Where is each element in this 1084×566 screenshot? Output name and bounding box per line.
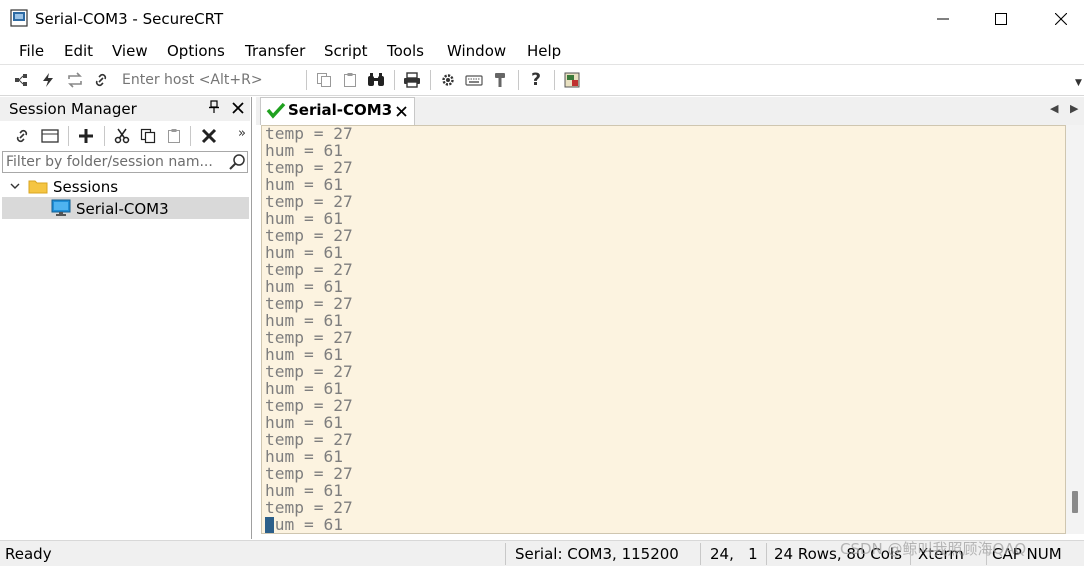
session-filter-input[interactable] [6, 153, 221, 171]
close-icon [1055, 13, 1067, 25]
terminal-cursor [265, 517, 274, 533]
watermark: CSDN @鲸叫我照顾海QAQ [840, 540, 1027, 558]
toolbar-separator [554, 70, 555, 90]
menu-tools[interactable]: Tools [387, 42, 424, 60]
new-session-icon[interactable] [76, 126, 96, 146]
menu-view[interactable]: View [112, 42, 148, 60]
menu-file[interactable]: File [19, 42, 44, 60]
maximize-button[interactable] [972, 0, 1030, 38]
quick-connect-icon[interactable] [38, 70, 58, 90]
settings-icon[interactable] [438, 70, 458, 90]
window-title: Serial-COM3 - SecureCRT [35, 10, 224, 28]
tab-scroll-right-icon[interactable]: ▶ [1070, 102, 1078, 115]
status-separator [766, 543, 767, 565]
menu-help[interactable]: Help [527, 42, 561, 60]
reconnect-icon[interactable] [65, 70, 85, 90]
help-icon[interactable]: ? [526, 70, 546, 90]
toolbar-separator [306, 70, 307, 90]
tab-label: Serial-COM3 [288, 101, 393, 119]
paste-icon[interactable] [340, 70, 360, 90]
status-cursor-position: 24, 1 [710, 545, 758, 563]
close-window-button[interactable] [1032, 0, 1084, 38]
status-connection: Serial: COM3, 115200 [515, 545, 679, 563]
toolbar-separator [68, 126, 69, 146]
keymap-icon[interactable] [464, 70, 484, 90]
cut-icon[interactable] [112, 126, 132, 146]
chevron-down-icon[interactable] [9, 180, 21, 192]
toolbar-separator [394, 70, 395, 90]
close-tab-button[interactable] [396, 105, 407, 117]
sftp-icon[interactable] [562, 70, 582, 90]
connected-check-icon [266, 101, 286, 119]
terminal-line: temp = 27 [265, 532, 353, 533]
menu-edit[interactable]: Edit [64, 42, 93, 60]
toolbar-separator [430, 70, 431, 90]
enter-host-input[interactable] [118, 69, 312, 90]
terminal-screen[interactable]: temp = 27 hum = 61 temp = 27 hum = 61 te… [261, 125, 1066, 534]
find-icon[interactable] [366, 70, 386, 90]
vertical-scrollbar[interactable] [1066, 125, 1084, 534]
copy-icon[interactable] [138, 126, 158, 146]
search-icon[interactable] [228, 153, 246, 171]
minimize-icon [937, 18, 949, 20]
toolbar-overflow-icon[interactable]: ▼ [1075, 78, 1082, 88]
connect-in-tab-icon[interactable] [40, 126, 60, 146]
tab-scroll-left-icon[interactable]: ◀ [1050, 102, 1058, 115]
tree-session-label: Serial-COM3 [76, 200, 169, 218]
connect-link-icon[interactable] [12, 126, 32, 146]
monitor-icon [51, 199, 71, 217]
toolbar-separator [104, 126, 105, 146]
close-icon [396, 106, 407, 117]
status-separator [700, 543, 701, 565]
status-ready: Ready [5, 545, 52, 563]
key-agent-icon[interactable] [490, 70, 510, 90]
folder-icon [28, 178, 48, 194]
menu-script[interactable]: Script [324, 42, 368, 60]
menu-options[interactable]: Options [167, 42, 225, 60]
copy-icon[interactable] [314, 70, 334, 90]
minimize-button[interactable] [914, 0, 972, 38]
menu-window[interactable]: Window [447, 42, 506, 60]
pin-icon[interactable] [208, 100, 222, 116]
status-separator [505, 543, 506, 565]
menu-transfer[interactable]: Transfer [245, 42, 305, 60]
maximize-icon [995, 13, 1007, 25]
delete-icon[interactable] [199, 126, 219, 146]
session-manager-title: Session Manager [9, 100, 137, 118]
tree-folder-label: Sessions [53, 178, 119, 196]
securecrt-app-icon [10, 9, 28, 27]
toolbar-separator [518, 70, 519, 90]
close-icon [232, 102, 244, 114]
close-panel-button[interactable] [232, 102, 244, 114]
toolbar-separator [190, 126, 191, 146]
print-icon[interactable] [402, 70, 422, 90]
scrollbar-thumb[interactable] [1072, 491, 1078, 513]
connect-bar-icon[interactable] [12, 70, 32, 90]
paste-icon[interactable] [164, 126, 184, 146]
terminal-output: temp = 27 hum = 61 temp = 27 hum = 61 te… [265, 126, 353, 533]
more-tools-chevron-icon[interactable]: » [232, 123, 252, 143]
connect-in-tab-icon[interactable] [91, 70, 111, 90]
